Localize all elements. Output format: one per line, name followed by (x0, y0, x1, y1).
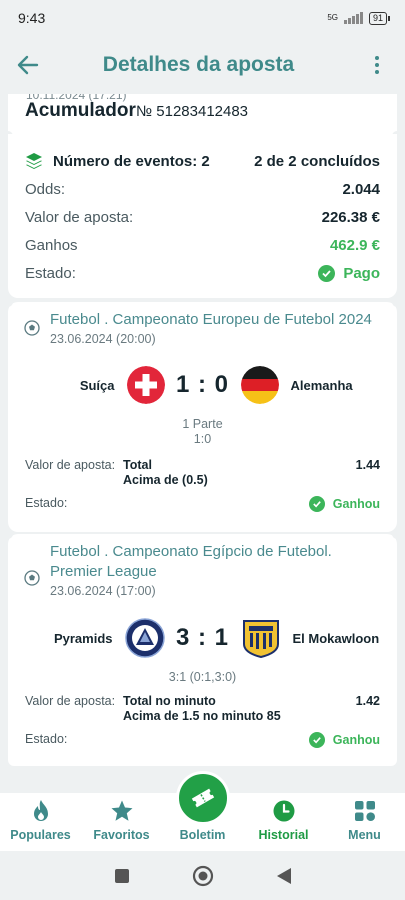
nav-item-menu[interactable]: Menu (324, 793, 405, 851)
winnings-row: Ganhos 462.9 € (25, 237, 380, 254)
match-score: 1 : 0 (175, 371, 230, 398)
ticket-icon (191, 788, 214, 808)
home-team: Suíça (79, 377, 115, 393)
market-desc: Total no minuto Acima de 1.5 no minuto 8… (123, 694, 281, 723)
event-title: Futebol . Campeonato Europeu de Futebol … (50, 311, 372, 328)
bet-details-content[interactable]: 10.11.2024 (17:21) Acumulador № 51283412… (8, 94, 397, 766)
home-icon[interactable] (192, 865, 214, 887)
period-info: 1 Parte 1:0 (182, 417, 223, 446)
football-icon (24, 320, 40, 336)
winnings-value: 462.9 € (329, 237, 380, 254)
home-team: Pyramids (53, 630, 113, 646)
event-odd: 1.42 (355, 694, 380, 708)
status-label: Estado: (25, 732, 68, 746)
stake-row: Valor de aposta: 226.38 € (25, 209, 380, 226)
nav-label: Menu (348, 828, 381, 842)
event-date: 23.06.2024 (17:00) (50, 584, 156, 598)
bottom-nav: Populares Favoritos Boletim Historial Me… (0, 771, 405, 851)
fire-icon (33, 800, 48, 821)
events-done: 2 de 2 concluídos (254, 152, 380, 170)
arrow-left-icon (17, 55, 39, 75)
event-card: Futebol . Campeonato Europeu de Futebol … (8, 297, 397, 532)
bet-type: Acumulador (25, 100, 136, 121)
status-badge: Ganhou (308, 732, 380, 748)
football-icon (24, 570, 40, 586)
nav-label: Favoritos (93, 828, 150, 842)
event-odd: 1.44 (355, 458, 380, 472)
odds-row: Odds: 2.044 (25, 181, 380, 198)
event-title: Futebol . Campeonato Egípcio de Futebol.… (50, 543, 332, 580)
system-nav-bar (0, 851, 405, 900)
event-header: Futebol . Campeonato Europeu de Futebol … (24, 310, 385, 346)
status-row: Estado: Pago (25, 265, 380, 282)
clock-icon (273, 800, 294, 822)
event-header: Futebol . Campeonato Egípcio de Futebol.… (24, 542, 385, 598)
nav-label: Boletim (179, 828, 226, 842)
back-triangle-icon[interactable] (276, 867, 292, 885)
odds-label: Odds: (25, 181, 66, 198)
stake-label: Valor de aposta: (25, 458, 116, 472)
winnings-label: Ganhos (25, 237, 78, 254)
status-time: 9:43 (18, 10, 46, 26)
nav-label: Populares (10, 828, 71, 842)
bet-market-row: Valor de aposta: Total no minuto Acima d… (25, 694, 380, 724)
away-team: El Mokawloon (292, 630, 380, 646)
check-circle-icon (308, 732, 325, 748)
match-row: Suíça 1 : 0 Alemanha (8, 366, 397, 404)
recents-icon[interactable] (114, 868, 130, 884)
check-circle-icon (318, 265, 336, 282)
page-title: Detalhes da aposta (102, 53, 295, 76)
signal-icon (343, 12, 363, 24)
events-label: Número de eventos: 2 (25, 152, 210, 170)
nav-label: Historial (258, 828, 309, 842)
odds-value: 2.044 (342, 181, 380, 198)
stake-label: Valor de aposta: (25, 694, 116, 708)
stake-value: 226.38 € (321, 209, 380, 226)
match-score: 3 : 1 (175, 624, 230, 651)
grid-icon (354, 801, 375, 821)
app-header: Detalhes da aposta (0, 36, 405, 94)
bet-number: № 51283412483 (136, 103, 249, 120)
switzerland-flag-icon (126, 366, 165, 404)
events-row: Número de eventos: 2 2 de 2 concluídos (25, 152, 380, 170)
pyramids-logo-icon (124, 618, 165, 658)
summary-card: Número de eventos: 2 2 de 2 concluídos O… (8, 134, 397, 298)
status-icons: 5G 91 (327, 11, 391, 25)
more-vertical-icon (375, 56, 379, 60)
event-date: 23.06.2024 (20:00) (50, 332, 156, 346)
el-mokawloon-logo-icon (242, 620, 279, 658)
nav-item-populares[interactable]: Populares (0, 793, 81, 851)
layers-icon (26, 153, 42, 169)
match-row: Pyramids 3 : 1 El Mokawloon (8, 618, 397, 658)
status-badge: Ganhou (308, 496, 380, 512)
score-info: 3:1 (0:1,3:0) (168, 670, 237, 684)
status-bar: 9:43 5G 91 (0, 0, 405, 36)
more-options-button[interactable] (349, 36, 405, 94)
star-icon (111, 800, 132, 821)
stake-label: Valor de aposta: (25, 209, 134, 226)
event-status-row: Estado: Ganhou (25, 496, 380, 512)
network-label: 5G (327, 13, 338, 22)
nav-item-historial[interactable]: Historial (243, 793, 324, 851)
nav-item-boletim[interactable]: Boletim (162, 771, 243, 851)
betslip-fab[interactable] (175, 771, 230, 825)
germany-flag-icon (240, 366, 279, 404)
status-label: Estado: (25, 265, 76, 282)
event-status-row: Estado: Ganhou (25, 732, 380, 748)
status-label: Estado: (25, 496, 68, 510)
bet-market-row: Valor de aposta: Total Acima de (0.5) 1.… (25, 458, 380, 488)
away-team: Alemanha (290, 377, 353, 393)
battery-icon: 91 (368, 11, 391, 25)
nav-item-favoritos[interactable]: Favoritos (81, 793, 162, 851)
check-circle-icon (308, 496, 325, 512)
status-badge: Pago (318, 265, 380, 282)
market-desc: Total Acima de (0.5) (123, 458, 208, 487)
event-card: Futebol . Campeonato Egípcio de Futebol.… (8, 529, 397, 766)
